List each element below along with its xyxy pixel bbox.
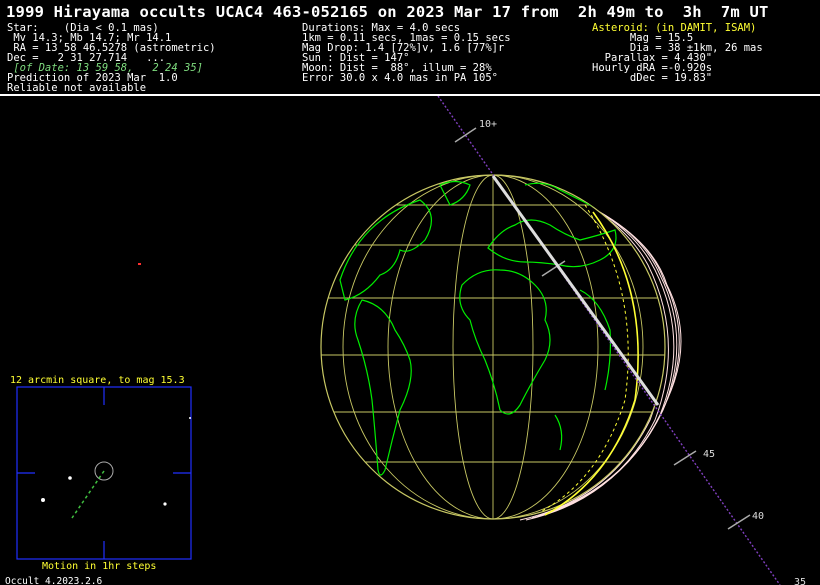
path-label-40: 40 [752,511,764,522]
path-label-35: 35 [794,577,806,585]
version-label: Occult 4.2023.2.6 [5,576,103,585]
star-marker [138,263,141,265]
finder-motion: Motion in 1hr steps [42,561,157,572]
finder-chart [16,386,192,560]
path-label-top: 10+ [479,119,497,130]
finder-caption: 12 arcmin square, to mag 15.3 [10,375,185,386]
occultation-map: 1999 Hirayama occults UCAC4 463-052165 o… [0,0,820,585]
globe-plot: 10+ 45 40 35 [16,96,806,585]
path-label-45: 45 [703,449,715,460]
